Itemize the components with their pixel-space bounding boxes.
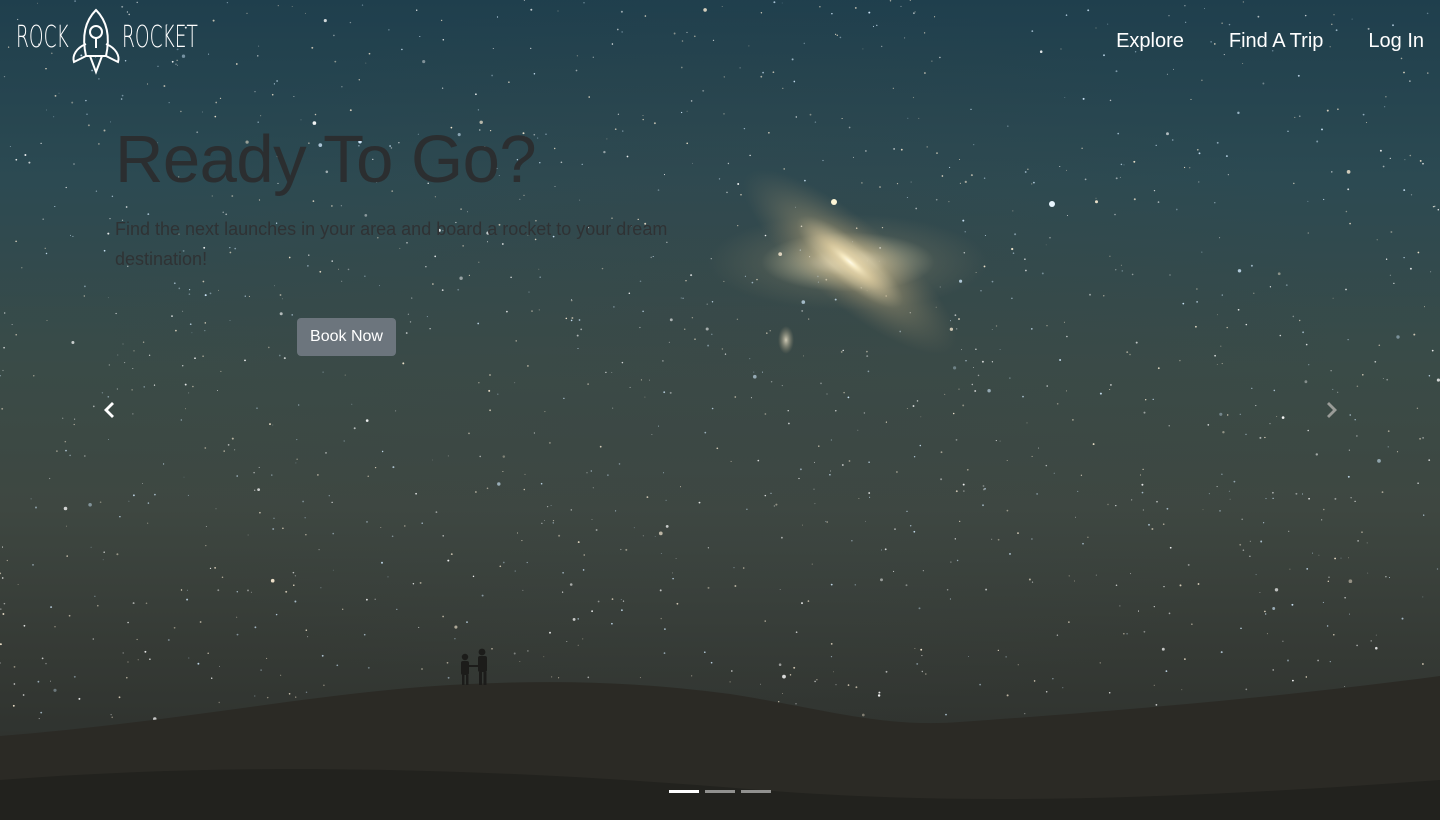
chevron-left-icon[interactable] (97, 398, 121, 422)
carousel-indicator[interactable] (705, 790, 735, 793)
carousel-indicator[interactable] (741, 790, 771, 793)
brand-logo-left-word: ROCK (16, 20, 69, 55)
nav-link-find-a-trip[interactable]: Find A Trip (1229, 30, 1324, 53)
carousel-indicator[interactable] (669, 790, 699, 793)
hero-caption: Ready To Go? Find the next launches in y… (115, 120, 735, 274)
brand-logo[interactable]: ROCK ROCKET (16, 8, 198, 76)
hero-headline: Ready To Go? (115, 122, 537, 197)
main-nav: Explore Find A Trip Log In (1116, 30, 1424, 53)
hero-description: Find the next launches in your area and … (115, 219, 668, 269)
rocket-icon (72, 8, 120, 75)
book-now-button[interactable]: Book Now (297, 318, 396, 356)
brand-logo-right-word: ROCKET (122, 20, 198, 55)
hero-carousel: ROCK ROCKET Explore Find A Trip Log In R… (0, 0, 1440, 820)
chevron-right-icon[interactable] (1320, 398, 1344, 422)
nav-link-explore[interactable]: Explore (1116, 30, 1184, 53)
nav-link-log-in[interactable]: Log In (1368, 30, 1424, 53)
carousel-indicators (669, 790, 771, 793)
